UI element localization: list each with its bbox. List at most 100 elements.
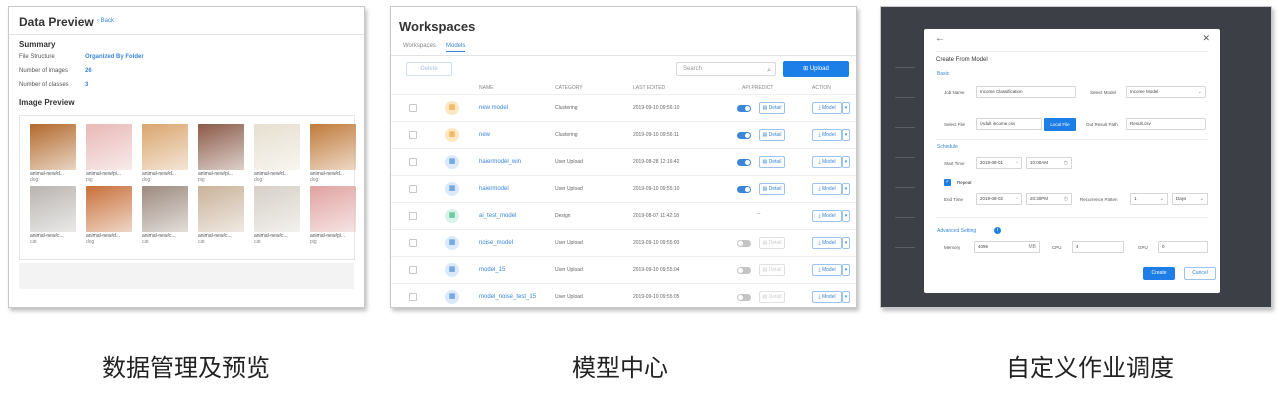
row-checkbox[interactable] [409, 239, 417, 247]
model-action-button[interactable]: ⤓ Model [812, 156, 842, 168]
model-name-link[interactable]: noise_model [479, 240, 513, 246]
model-action-button[interactable]: ⤓ Model [812, 237, 842, 249]
image-thumbnail-card[interactable]: animal-new/d... dog [254, 124, 302, 183]
model-name-link[interactable]: model_15 [479, 267, 505, 273]
api-predict-toggle[interactable] [737, 294, 751, 301]
image-thumbnail-card[interactable]: animal-new/d... dog [86, 186, 134, 245]
row-checkbox[interactable] [409, 185, 417, 193]
row-checkbox[interactable] [409, 266, 417, 274]
model-name-link[interactable]: new [479, 132, 490, 138]
table-row[interactable]: ▦ model_noise_test_15 User Upload 2019-09-1… [391, 283, 856, 307]
table-row[interactable]: ▦ haiermodel User Upload 2019-09-10 09:55:1… [391, 175, 856, 202]
recurrence-unit-dropdown[interactable]: Days ⌄ [1172, 193, 1208, 205]
image-thumbnail-card[interactable]: animal-new/pi... pig [86, 124, 134, 183]
upload-button[interactable]: ⊞ Upload [783, 61, 849, 77]
model-action-dropdown[interactable]: ▾ [842, 183, 850, 195]
model-action-button[interactable]: ⤓ Model [812, 210, 842, 222]
image-thumbnail-card[interactable]: animal-new/c... cat [254, 186, 302, 245]
image-thumbnail-card[interactable]: animal-new/d... dog [30, 124, 78, 183]
detail-button[interactable]: ▤ Detail [759, 129, 785, 141]
image-thumbnail-card[interactable]: animal-new/c... cat [30, 186, 78, 245]
detail-button[interactable]: ▤ Detail [759, 183, 785, 195]
animal-image [30, 124, 76, 170]
model-name-link[interactable]: haiermodel [479, 186, 509, 192]
create-button[interactable]: Create [1143, 267, 1175, 280]
search-input[interactable]: Search ⌕ [676, 62, 776, 76]
detail-button[interactable]: ▤ Detail [759, 156, 785, 168]
model-action-dropdown[interactable]: ▾ [842, 291, 850, 303]
dialog-title: Create From Model [936, 57, 988, 63]
model-action-dropdown[interactable]: ▾ [842, 156, 850, 168]
api-predict-toggle[interactable] [737, 132, 751, 139]
row-checkbox[interactable] [409, 293, 417, 301]
model-action-dropdown[interactable]: ▾ [842, 102, 850, 114]
image-thumbnail-card[interactable]: animal-new/c... cat [198, 186, 246, 245]
back-link[interactable]: ‹ Back [97, 18, 114, 24]
model-action-dropdown[interactable]: ▾ [842, 210, 850, 222]
cpu-input[interactable]: 4 [1072, 241, 1124, 253]
memory-input[interactable]: 4096 MB [974, 241, 1040, 253]
row-checkbox[interactable] [409, 212, 417, 220]
table-row[interactable]: ▦ new Clustering 2019-09-10 09:56:11 ▤ Detai… [391, 121, 856, 148]
row-checkbox[interactable] [409, 131, 417, 139]
footer-bar [19, 263, 354, 289]
image-thumbnail-card[interactable]: animal-new/c... cat [142, 186, 190, 245]
table-row[interactable]: ▦ new model Clustering 2019-09-10 09:56:10 ▤… [391, 94, 856, 121]
image-thumbnail-card[interactable]: animal-new/pi... pig [198, 124, 246, 183]
model-action-button[interactable]: ⤓ Model [812, 183, 842, 195]
tab-models[interactable]: Models [446, 43, 466, 52]
table-row[interactable]: ▦ haiermodel_win User Upload 2019-08-28 12:… [391, 148, 856, 175]
column-header: CATEGORY [555, 85, 583, 91]
gpu-input[interactable]: 0 [1158, 241, 1208, 253]
start-date-input[interactable]: 2019-08-01 ▫ [976, 157, 1022, 169]
local-file-button[interactable]: Local File [1044, 118, 1076, 131]
end-date-input[interactable]: 2019-08-02 ▫ [976, 193, 1022, 205]
model-name-link[interactable]: ai_test_model [479, 213, 516, 219]
model-name-link[interactable]: new model [479, 105, 508, 111]
model-action-dropdown[interactable]: ▾ [842, 237, 850, 249]
image-thumbnail-card[interactable]: animal-new/pi... pig [310, 186, 358, 245]
api-predict-toggle[interactable] [737, 186, 751, 193]
image-thumbnail-card[interactable]: animal-new/d... dog [310, 124, 358, 183]
model-action-dropdown[interactable]: ▾ [842, 129, 850, 141]
model-action-button[interactable]: ⤓ Model [812, 291, 842, 303]
memory-unit: MB [1028, 244, 1037, 250]
model-action-dropdown[interactable]: ▾ [842, 264, 850, 276]
recurrence-count-dropdown[interactable]: 1 ⌄ [1130, 193, 1168, 205]
repeat-checkbox[interactable]: ✓ [944, 179, 951, 186]
api-predict-toggle[interactable] [737, 105, 751, 112]
close-icon[interactable]: ✕ [1202, 33, 1210, 44]
select-file-input[interactable]: /Adult income.csv [976, 118, 1042, 130]
api-predict-toggle[interactable] [737, 159, 751, 166]
select-model-dropdown[interactable]: Income Model ⌄ [1126, 86, 1206, 98]
detail-button[interactable]: ▤ Detail [759, 102, 785, 114]
model-action-button[interactable]: ⤓ Model [812, 129, 842, 141]
arrow-left-icon[interactable]: ← [935, 33, 945, 44]
end-clock-input[interactable]: 20:30PM ◷ [1026, 193, 1072, 205]
table-row[interactable]: ▦ model_15 User Upload 2019-09-10 09:55:04 ▤… [391, 256, 856, 283]
delete-button[interactable]: Delete [406, 62, 452, 76]
row-checkbox[interactable] [409, 158, 417, 166]
animal-image [254, 124, 300, 170]
model-category: Design [555, 213, 571, 219]
model-action-button[interactable]: ⤓ Model [812, 102, 842, 114]
image-thumbnail-card[interactable]: animal-new/d... dog [142, 124, 190, 183]
api-predict-toggle[interactable] [737, 267, 751, 274]
start-clock-input[interactable]: 10:00AM ◷ [1026, 157, 1072, 169]
model-name-link[interactable]: haiermodel_win [479, 159, 521, 165]
table-row[interactable]: ▦ ai_test_model Design 2019-08-07 11:42:18 –… [391, 202, 856, 229]
api-predict-toggle[interactable] [737, 240, 751, 247]
background-row [895, 217, 915, 218]
animal-image [30, 186, 76, 232]
animal-image [310, 186, 356, 232]
table-row[interactable]: ▦ noise_model User Upload 2019-09-10 09:55:… [391, 229, 856, 256]
summary-value: 26 [85, 68, 92, 74]
info-icon[interactable]: i [994, 227, 1001, 234]
tab-workspaces[interactable]: Workspaces [403, 43, 436, 49]
cancel-button[interactable]: Cancel [1184, 267, 1216, 280]
model-name-link[interactable]: model_noise_test_15 [479, 294, 536, 300]
model-action-button[interactable]: ⤓ Model [812, 264, 842, 276]
out-result-path-input[interactable]: Result.csv [1126, 118, 1206, 130]
job-name-input[interactable]: Income Classification [976, 86, 1076, 98]
row-checkbox[interactable] [409, 104, 417, 112]
